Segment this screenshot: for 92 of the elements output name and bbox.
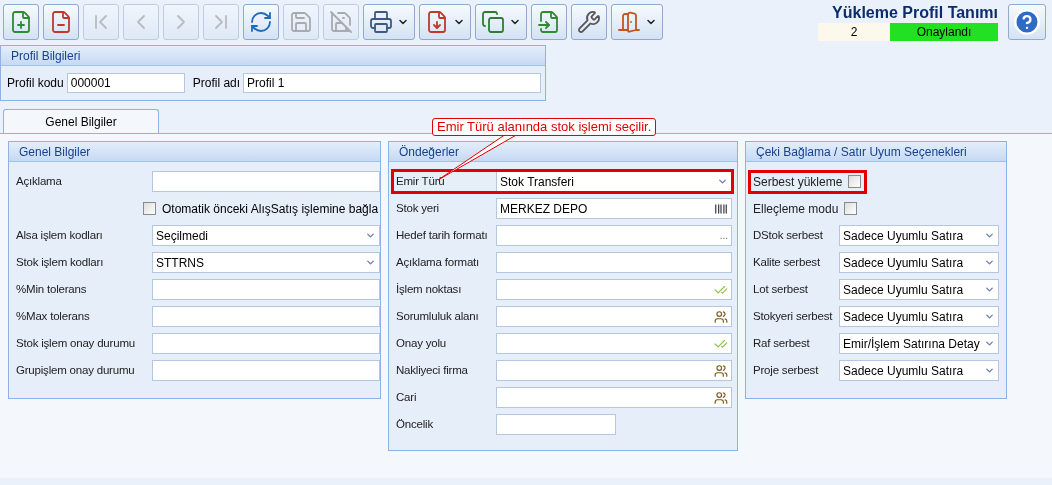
input-field[interactable] bbox=[496, 387, 732, 408]
toolbar-button[interactable] bbox=[611, 4, 663, 40]
field-label: Nakliyeci firma bbox=[396, 362, 469, 378]
toolbar-button[interactable] bbox=[363, 4, 415, 40]
toolbar-button[interactable] bbox=[3, 4, 39, 40]
field-label: Stokyeri serbest bbox=[753, 308, 834, 324]
record-number: 2 bbox=[818, 23, 890, 41]
panel-header: Çeki Bağlama / Satır Uyum Seçenekleri bbox=[746, 142, 1006, 162]
field-label: Proje serbest bbox=[753, 362, 820, 378]
input-field[interactable]: MERKEZ DEPO bbox=[496, 198, 732, 219]
tab[interactable]: Genel Bilgiler bbox=[3, 109, 159, 133]
field-label: Raf serbest bbox=[753, 335, 811, 351]
dropdown-field[interactable]: Sadece Uyumlu Satıra bbox=[839, 306, 999, 327]
pdf-document-icon bbox=[425, 10, 449, 34]
toolbar-button[interactable] bbox=[419, 4, 471, 40]
dropdown-field[interactable]: Sadece Uyumlu Satıra bbox=[839, 279, 999, 300]
import-document-icon bbox=[537, 10, 561, 34]
input-field[interactable]: Profil 1 bbox=[243, 73, 542, 93]
input-field[interactable]: 000001 bbox=[66, 73, 185, 93]
input-field[interactable] bbox=[496, 360, 732, 381]
field-label: Kalite serbest bbox=[753, 254, 821, 270]
checkbox[interactable] bbox=[143, 202, 156, 215]
field-label: Profil adı bbox=[192, 75, 241, 92]
field-label: Sorumluluk alanı bbox=[396, 308, 480, 324]
dropdown-field[interactable]: Emir/İşlem Satırına Detay bbox=[839, 333, 999, 354]
barcode-icon[interactable] bbox=[714, 201, 728, 216]
field-label: %Min tolerans bbox=[16, 281, 88, 297]
input-field[interactable] bbox=[152, 306, 380, 327]
copy-icon bbox=[481, 10, 505, 34]
field-label: Stok işlem kodları bbox=[16, 254, 105, 270]
remove-document-icon bbox=[49, 10, 73, 34]
field-label: Emir Türü bbox=[396, 173, 446, 189]
dropdown-field[interactable]: Stok Transferi bbox=[496, 171, 732, 192]
save-icon bbox=[289, 10, 313, 34]
toolbar-button[interactable] bbox=[571, 4, 607, 40]
panel-header: Profil Bilgileri bbox=[1, 46, 545, 66]
field-label: Alsa işlem kodları bbox=[16, 227, 104, 243]
refresh-icon bbox=[249, 10, 273, 34]
field-label: Stok işlem onay durumu bbox=[16, 335, 136, 351]
field-label: Profil kodu bbox=[7, 75, 64, 92]
dropdown-field[interactable]: Sadece Uyumlu Satıra bbox=[839, 360, 999, 381]
toolbar-button[interactable] bbox=[475, 4, 527, 40]
input-field[interactable] bbox=[152, 360, 380, 381]
field-label: Onay yolu bbox=[396, 335, 447, 351]
save-cancel-icon bbox=[329, 10, 353, 34]
field-label: Lot serbest bbox=[753, 281, 809, 297]
dropdown-field[interactable]: Sadece Uyumlu Satıra bbox=[839, 225, 999, 246]
field-label: Öncelik bbox=[396, 416, 434, 432]
input-field[interactable] bbox=[152, 171, 380, 192]
field-label: İşlem noktası bbox=[396, 281, 463, 297]
input-field[interactable]: ... bbox=[496, 225, 732, 246]
input-field[interactable] bbox=[496, 279, 732, 300]
exit-door-icon bbox=[617, 10, 641, 34]
people-icon[interactable] bbox=[714, 309, 728, 324]
people-icon[interactable] bbox=[714, 363, 728, 378]
dropdown-field[interactable]: Sadece Uyumlu Satıra bbox=[839, 252, 999, 273]
field-label: Serbest yükleme bbox=[753, 173, 843, 191]
field-label: Elleçleme modu bbox=[753, 200, 839, 218]
field-label: DStok serbest bbox=[753, 227, 824, 243]
field-label: Açıklama bbox=[16, 173, 63, 189]
checkbox[interactable] bbox=[844, 202, 858, 215]
panel-header: Genel Bilgiler bbox=[9, 142, 380, 162]
checkbox-label: Otomatik önceki AlışSatış işlemine bağla bbox=[162, 200, 379, 218]
toolbar-button[interactable] bbox=[531, 4, 567, 40]
input-field[interactable] bbox=[152, 333, 380, 354]
printer-icon bbox=[369, 10, 393, 34]
window-title: Yükleme Profil Tanımı bbox=[832, 3, 998, 23]
field-label: Stok yeri bbox=[396, 200, 440, 216]
toolbar-button[interactable] bbox=[43, 4, 79, 40]
callout-note: Emir Türü alanında stok işlemi seçilir. bbox=[432, 118, 657, 136]
panel-header: Öndeğerler bbox=[389, 142, 737, 162]
status-badge: Onaylandı bbox=[890, 23, 998, 41]
field-label: Açıklama formatı bbox=[396, 254, 481, 270]
wrench-icon bbox=[577, 10, 601, 34]
input-field[interactable] bbox=[496, 333, 732, 354]
help-icon bbox=[1013, 8, 1041, 36]
dropdown-field[interactable]: STTRNS bbox=[152, 252, 380, 273]
ellipsis-button[interactable]: ... bbox=[719, 228, 728, 243]
dropdown-field[interactable]: Seçilmedi bbox=[152, 225, 380, 246]
new-document-icon bbox=[9, 10, 33, 34]
people-icon[interactable] bbox=[714, 390, 728, 405]
input-field[interactable] bbox=[152, 279, 380, 300]
field-label: Cari bbox=[396, 389, 418, 405]
field-label: Hedef tarih formatı bbox=[396, 227, 489, 243]
help-button[interactable] bbox=[1008, 4, 1046, 40]
input-field[interactable] bbox=[496, 252, 732, 273]
input-field[interactable] bbox=[496, 306, 732, 327]
input-field[interactable] bbox=[496, 414, 616, 435]
toolbar-button[interactable] bbox=[243, 4, 279, 40]
field-label: %Max tolerans bbox=[16, 308, 91, 324]
checkbox[interactable] bbox=[848, 175, 862, 188]
field-label: Grupişlem onay durumu bbox=[16, 362, 136, 378]
